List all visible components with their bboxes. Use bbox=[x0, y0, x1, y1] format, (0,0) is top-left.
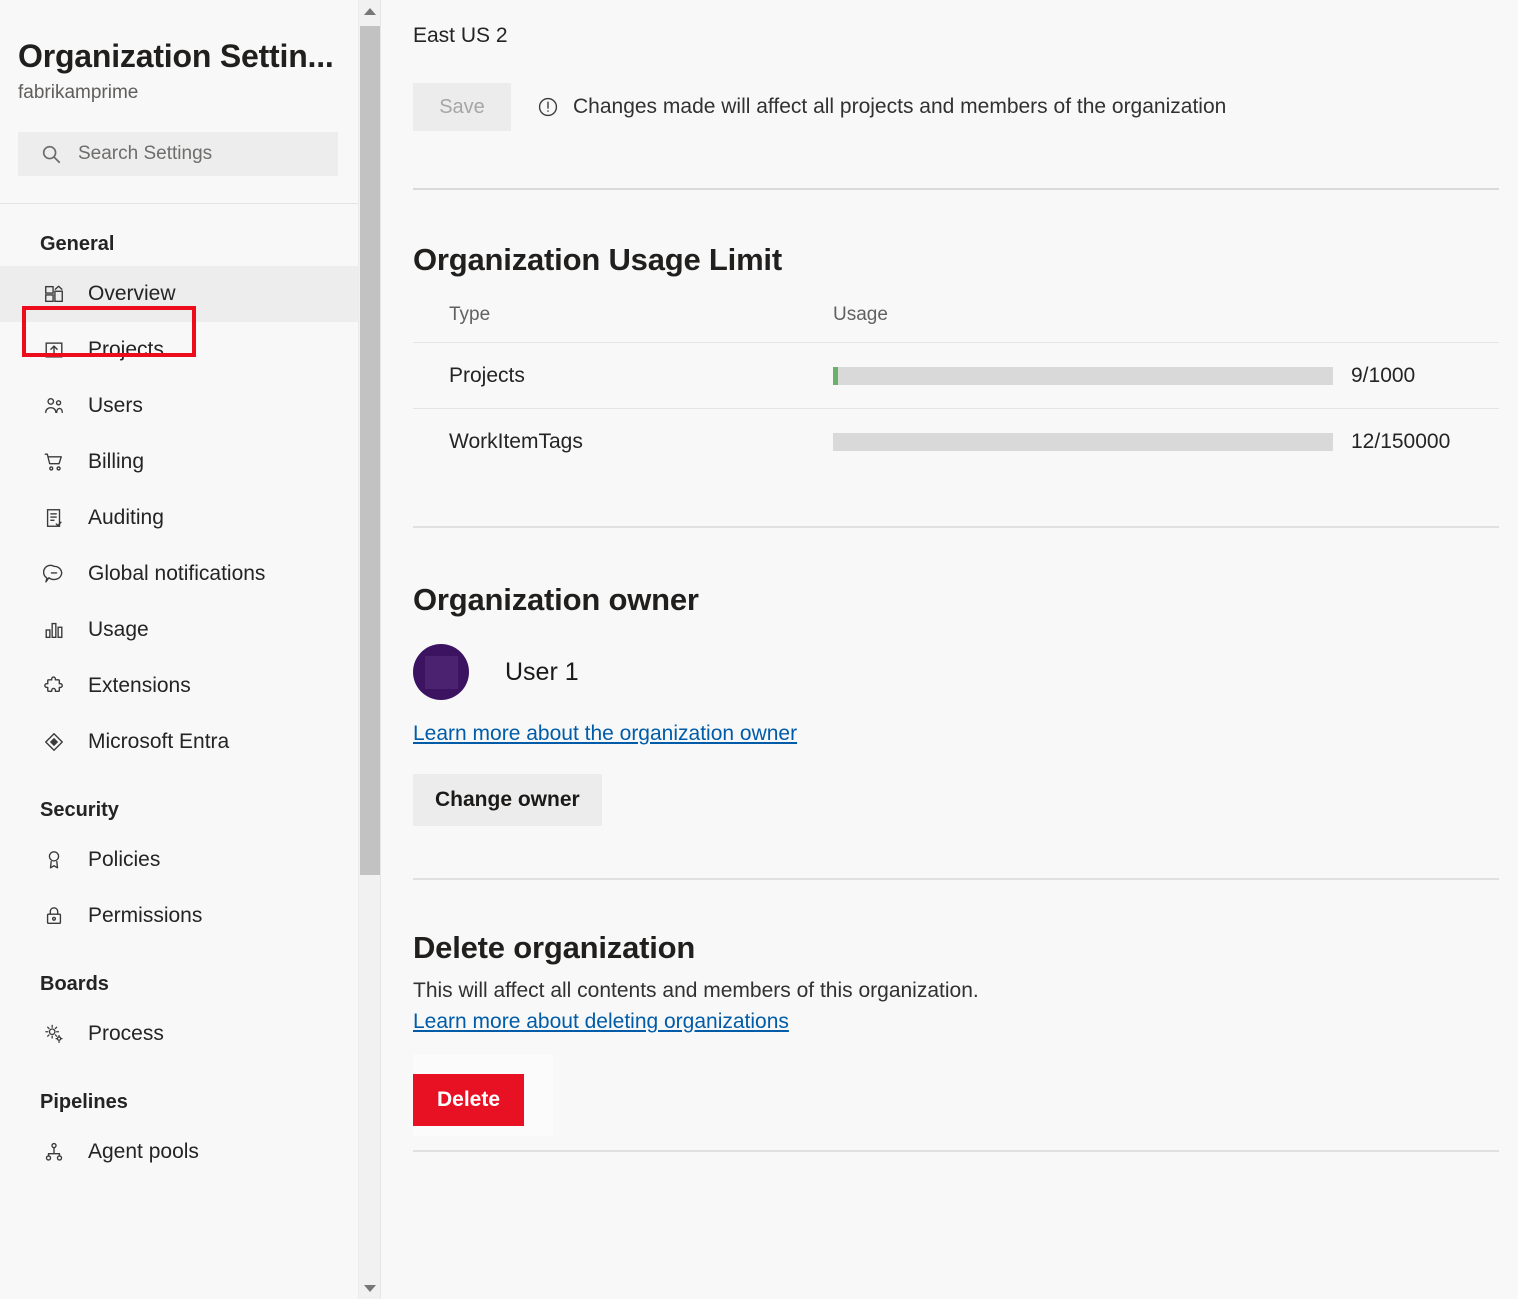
sidebar-item-process[interactable]: Process bbox=[0, 1006, 380, 1062]
region-value: East US 2 bbox=[413, 0, 1518, 50]
sidebar-item-agent-pools[interactable]: Agent pools bbox=[0, 1124, 380, 1180]
owner-name: User 1 bbox=[505, 656, 579, 688]
sidebar-scrollbar[interactable] bbox=[358, 0, 380, 1299]
search-settings-box[interactable] bbox=[18, 132, 338, 176]
page-title: Organization Settin... bbox=[18, 36, 380, 76]
sidebar-item-users[interactable]: Users bbox=[0, 378, 380, 434]
sidebar-item-label: Overview bbox=[88, 280, 176, 308]
sidebar-item-policies[interactable]: Policies bbox=[0, 832, 380, 888]
section-divider-4 bbox=[413, 1150, 1499, 1152]
usage-progress-fill bbox=[833, 367, 838, 385]
usage-row-type: WorkItemTags bbox=[413, 428, 833, 456]
sidebar-item-label: Permissions bbox=[88, 902, 202, 930]
delete-button[interactable]: Delete bbox=[413, 1074, 524, 1126]
clipboard-check-icon bbox=[42, 506, 66, 530]
hierarchy-icon bbox=[42, 1140, 66, 1164]
sidebar-item-auditing[interactable]: Auditing bbox=[0, 490, 380, 546]
nav-group-boards: Boards bbox=[0, 944, 380, 1006]
usage-limit-title: Organization Usage Limit bbox=[413, 240, 1518, 280]
scroll-up-arrow-icon[interactable] bbox=[359, 0, 381, 22]
info-circle-icon bbox=[537, 96, 559, 118]
delete-organization-title: Delete organization bbox=[413, 928, 1518, 968]
lock-icon bbox=[42, 904, 66, 928]
sidebar-item-label: Global notifications bbox=[88, 560, 265, 588]
search-icon bbox=[40, 143, 62, 165]
entra-diamond-icon bbox=[42, 730, 66, 754]
sidebar-item-label: Process bbox=[88, 1020, 164, 1048]
sidebar-item-global-notifications[interactable]: Global notifications bbox=[0, 546, 380, 602]
usage-progress-bar bbox=[833, 433, 1333, 451]
scrollbar-thumb[interactable] bbox=[360, 26, 380, 875]
sidebar-item-label: Extensions bbox=[88, 672, 191, 700]
shopping-cart-icon bbox=[42, 450, 66, 474]
settings-sidebar: Organization Settin... fabrikamprime Gen… bbox=[0, 0, 381, 1299]
save-note-text: Changes made will affect all projects an… bbox=[573, 93, 1226, 121]
sidebar-item-label: Auditing bbox=[88, 504, 164, 532]
save-note: Changes made will affect all projects an… bbox=[537, 93, 1226, 121]
sidebar-item-overview[interactable]: Overview bbox=[0, 266, 380, 322]
organization-name: fabrikamprime bbox=[18, 80, 380, 106]
ribbon-badge-icon bbox=[42, 848, 66, 872]
sidebar-item-label: Users bbox=[88, 392, 143, 420]
usage-row-type: Projects bbox=[413, 362, 833, 390]
organization-owner-title: Organization owner bbox=[413, 580, 1518, 620]
column-header-usage: Usage bbox=[833, 302, 1499, 328]
usage-count-label: 9/1000 bbox=[1351, 364, 1415, 388]
gears-icon bbox=[42, 1022, 66, 1046]
grid-overview-icon bbox=[42, 282, 66, 306]
search-input[interactable] bbox=[78, 143, 326, 165]
usage-limit-table: Type Usage Projects 9/1000 WorkItemTags bbox=[413, 302, 1499, 474]
sidebar-item-microsoft-entra[interactable]: Microsoft Entra bbox=[0, 714, 380, 770]
save-button[interactable]: Save bbox=[413, 83, 511, 131]
project-upload-icon bbox=[42, 338, 66, 362]
avatar bbox=[413, 644, 469, 700]
sidebar-item-label: Billing bbox=[88, 448, 144, 476]
main-content: East US 2 Save Changes made will affect … bbox=[381, 0, 1518, 1299]
save-row: Save Changes made will affect all projec… bbox=[413, 83, 1518, 131]
table-header-row: Type Usage bbox=[413, 302, 1499, 342]
change-owner-button[interactable]: Change owner bbox=[413, 774, 602, 826]
sidebar-nav: General Overview bbox=[0, 204, 380, 1180]
table-row: Projects 9/1000 bbox=[413, 342, 1499, 408]
sidebar-item-label: Policies bbox=[88, 846, 160, 874]
owner-row: User 1 bbox=[413, 644, 1518, 700]
sidebar-item-extensions[interactable]: Extensions bbox=[0, 658, 380, 714]
usage-row-usage: 12/150000 bbox=[833, 430, 1499, 454]
nav-group-security: Security bbox=[0, 770, 380, 832]
sidebar-item-billing[interactable]: Billing bbox=[0, 434, 380, 490]
usage-progress-bar bbox=[833, 367, 1333, 385]
sidebar-item-label: Agent pools bbox=[88, 1138, 199, 1166]
delete-description: This will affect all contents and member… bbox=[413, 976, 1518, 1006]
delete-button-wrap: Delete bbox=[413, 1054, 553, 1136]
sidebar-item-label: Usage bbox=[88, 616, 149, 644]
page-root: Organization Settin... fabrikamprime Gen… bbox=[0, 0, 1518, 1299]
usage-count-label: 12/150000 bbox=[1351, 430, 1450, 454]
sidebar-item-label: Projects bbox=[88, 336, 164, 364]
usage-row-usage: 9/1000 bbox=[833, 364, 1499, 388]
puzzle-piece-icon bbox=[42, 674, 66, 698]
people-icon bbox=[42, 394, 66, 418]
sidebar-item-projects[interactable]: Projects bbox=[0, 322, 380, 378]
nav-group-general: General bbox=[0, 204, 380, 266]
scroll-down-arrow-icon[interactable] bbox=[359, 1277, 381, 1299]
learn-more-delete-link[interactable]: Learn more about deleting organizations bbox=[413, 1008, 789, 1036]
sidebar-item-permissions[interactable]: Permissions bbox=[0, 888, 380, 944]
learn-more-owner-link[interactable]: Learn more about the organization owner bbox=[413, 720, 797, 748]
sidebar-header: Organization Settin... fabrikamprime bbox=[0, 0, 380, 106]
sidebar-item-label: Microsoft Entra bbox=[88, 728, 229, 756]
column-header-type: Type bbox=[413, 302, 833, 328]
sidebar-item-usage[interactable]: Usage bbox=[0, 602, 380, 658]
nav-group-pipelines: Pipelines bbox=[0, 1062, 380, 1124]
bar-chart-icon bbox=[42, 618, 66, 642]
chat-bubble-icon bbox=[42, 562, 66, 586]
table-row: WorkItemTags 12/150000 bbox=[413, 408, 1499, 474]
